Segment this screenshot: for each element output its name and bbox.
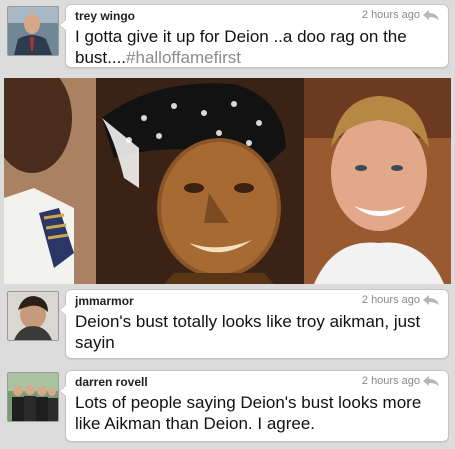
tweet-text: Lots of people saying Deion's bust looks…: [75, 393, 422, 433]
tweet-darren-rovell: darren rovell 2 hours ago Lots of people…: [0, 368, 455, 446]
reply-arrow-icon[interactable]: [422, 293, 440, 305]
tweet-author[interactable]: darren rovell: [75, 375, 148, 389]
tweet-bubble: jmmarmor 2 hours ago Deion's bust totall…: [59, 289, 449, 359]
tweet-timestamp[interactable]: 2 hours ago: [362, 375, 420, 387]
avatar[interactable]: [7, 6, 59, 56]
tweet-text: Deion's bust totally looks like troy aik…: [75, 312, 421, 352]
tweet-text: I gotta give it up for Deion ..a doo rag…: [75, 26, 438, 68]
tweet-author[interactable]: trey wingo: [75, 9, 135, 23]
tweet-trey-wingo: trey wingo 2 hours ago I gotta give it u…: [0, 0, 455, 72]
tweet-timestamp[interactable]: 2 hours ago: [362, 294, 420, 306]
tweet-jmmarmor: jmmarmor 2 hours ago Deion's bust totall…: [0, 287, 455, 365]
hashtag-link[interactable]: #halloffamefirst: [126, 48, 241, 67]
reply-arrow-icon[interactable]: [422, 8, 440, 20]
tweet-bubble: trey wingo 2 hours ago I gotta give it u…: [59, 4, 449, 68]
tweet-bubble: darren rovell 2 hours ago Lots of people…: [59, 370, 449, 442]
avatar[interactable]: [7, 291, 59, 341]
tweet-photo[interactable]: [4, 78, 451, 284]
avatar[interactable]: [7, 372, 59, 422]
tweet-author[interactable]: jmmarmor: [75, 294, 134, 308]
tweet-timestamp[interactable]: 2 hours ago: [362, 9, 420, 21]
reply-arrow-icon[interactable]: [422, 374, 440, 386]
